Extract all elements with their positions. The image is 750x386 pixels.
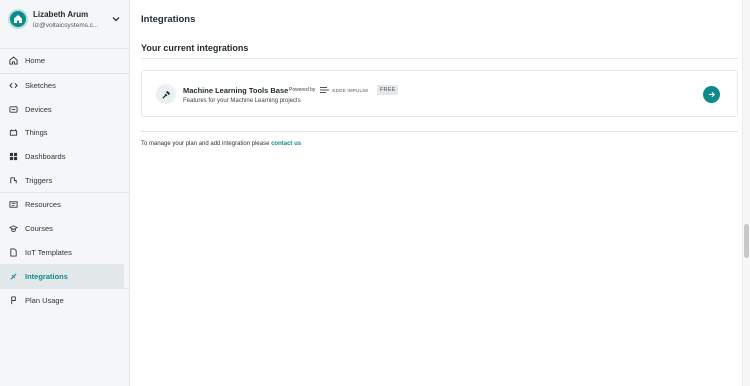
courses-icon [9,224,18,233]
sidebar-item-iot-templates[interactable]: IoT Templates [0,241,129,265]
sidebar-item-home[interactable]: Home [0,49,129,73]
user-name: Lizabeth Arum [33,10,89,19]
chevron-down-icon[interactable] [111,14,121,24]
manage-plan-text: To manage your plan and add integration … [141,141,301,147]
sidebar-item-label: Courses [25,224,53,234]
edge-impulse-logo: EDGE IMPULSE [320,87,368,93]
things-icon [9,128,18,137]
integration-name: Machine Learning Tools Base [183,86,289,95]
sidebar: Lizabeth Arum liz@voltaicsystems.c... Ho… [0,0,130,386]
sidebar-item-triggers[interactable]: Triggers [0,168,129,192]
divider [141,131,738,132]
scrollbar[interactable] [742,0,750,386]
integrations-icon [9,272,18,281]
sidebar-item-label: Dashboards [25,152,66,162]
page-title: Integrations [141,14,196,25]
home-icon [9,56,18,65]
integration-icon [156,84,176,104]
user-menu[interactable]: Lizabeth Arum liz@voltaicsystems.c... [0,0,129,40]
house-avatar-icon [14,15,22,23]
powered-by: Powered by EDGE IMPULSE [289,87,369,93]
resources-icon [9,200,18,209]
integration-card[interactable]: Machine Learning Tools Base Powered by E… [141,70,738,117]
user-email: liz@voltaicsystems.c... [33,22,99,29]
avatar [8,9,28,29]
plan-usage-icon [9,296,18,305]
sidebar-item-label: Resources [25,200,61,210]
sidebar-item-devices[interactable]: Devices [0,97,129,121]
open-integration-button[interactable] [703,86,720,103]
sidebar-item-dashboards[interactable]: Dashboards [0,145,129,169]
sidebar-item-label: Things [25,128,48,138]
sidebar-item-resources[interactable]: Resources [0,193,129,217]
manage-plan-label: To manage your plan and add integration … [141,141,272,147]
sidebar-item-things[interactable]: Things [0,121,129,145]
integration-description: Features for your Machine Learning proje… [183,98,301,104]
sidebar-item-courses[interactable]: Courses [0,217,129,241]
sidebar-item-sketches[interactable]: Sketches [0,74,129,98]
powered-by-label: Powered by [289,87,316,93]
sidebar-item-label: IoT Templates [25,247,72,257]
sidebar-item-label: Triggers [25,175,53,185]
sidebar-item-label: Sketches [25,81,56,91]
scrollbar-thumb[interactable] [744,224,749,258]
sidebar-item-label: Plan Usage [25,296,64,306]
divider [141,58,738,59]
sidebar-item-label: Home [25,56,46,66]
app: Lizabeth Arum liz@voltaicsystems.c... Ho… [0,0,750,386]
section-title: Your current integrations [141,43,249,53]
sidebar-item-label: Devices [25,104,52,114]
templates-icon [9,248,18,257]
code-icon [9,81,18,90]
sidebar-item-label: Integrations [25,271,68,281]
free-badge: FREE [377,85,399,95]
arrow-right-icon [708,91,715,98]
contact-us-link[interactable]: contact us [271,141,301,147]
partner-name: EDGE IMPULSE [332,87,369,93]
main-content: Integrations Your current integrations M… [130,0,750,386]
triggers-icon [9,176,18,185]
sidebar-item-integrations[interactable]: Integrations [0,264,124,288]
dashboard-icon [9,152,18,161]
sidebar-item-plan-usage[interactable]: Plan Usage [0,289,129,313]
devices-icon [9,105,18,114]
edge-impulse-icon [320,87,330,93]
